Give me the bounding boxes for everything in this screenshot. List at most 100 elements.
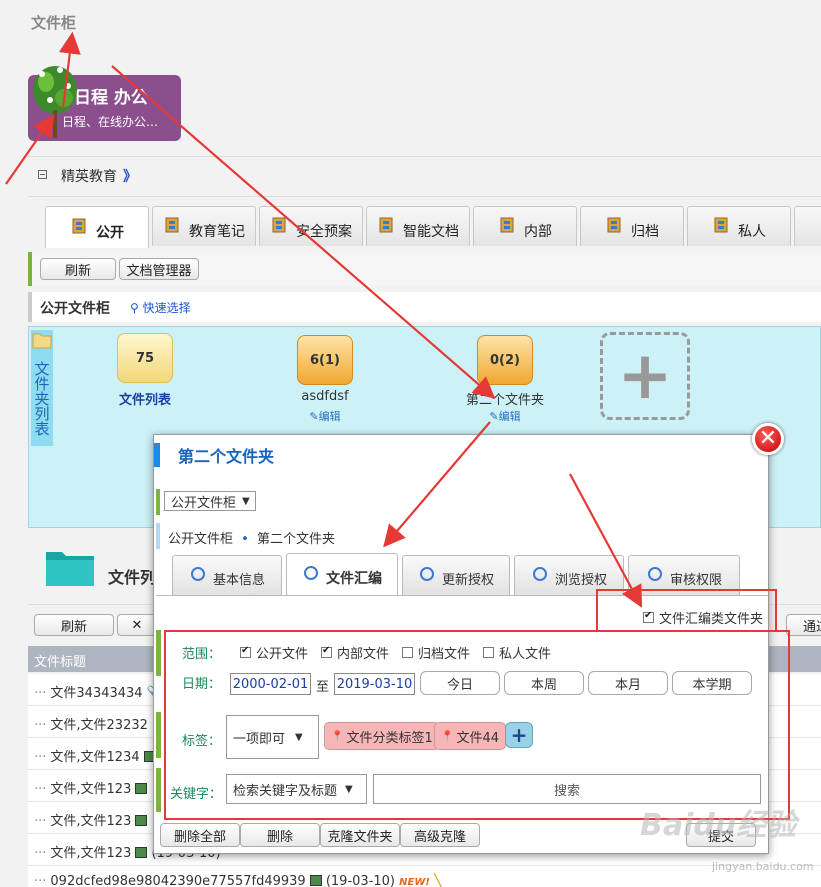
settings-icon: [190, 566, 205, 581]
dialog-tab-label: 审核权限: [669, 573, 722, 588]
tab-4[interactable]: 内部: [473, 206, 577, 246]
tab-label: 智能文档: [403, 223, 459, 240]
tree-dots: ···: [34, 686, 47, 701]
refresh-button[interactable]: 刷新: [40, 258, 116, 280]
doc-icon: [379, 217, 393, 232]
tags-bar: [156, 712, 161, 758]
dialog-breadcrumb: 公开文件柜 • 第二个文件夹: [156, 523, 335, 549]
cabinet-tabs: 公开 教育笔记 安全预案 智能文档 内部 归档 私人: [45, 206, 821, 248]
tab-label: 私人: [738, 223, 766, 240]
breadcrumb-label: 精英教育: [61, 169, 117, 185]
cabinet-select[interactable]: 公开文件柜 ▼: [164, 491, 256, 511]
doc-manager-button[interactable]: 文档管理器: [119, 258, 199, 280]
dialog-title: 第二个文件夹: [154, 443, 274, 467]
tab-2[interactable]: 安全预案: [259, 206, 363, 246]
close-icon[interactable]: ✕: [117, 614, 157, 636]
path-leaf: 第二个文件夹: [256, 532, 335, 547]
path-separator: •: [241, 532, 249, 547]
image-icon: [309, 875, 322, 886]
tab-label: 归档: [631, 223, 659, 240]
banner-title: 日程 办公: [74, 88, 148, 108]
watermark-logo: Baidu经验: [640, 808, 797, 843]
pin-icon: ╲: [433, 874, 442, 887]
watermark-url: jingyan.baidu.com: [712, 860, 814, 873]
delete-button[interactable]: 删除: [240, 823, 320, 847]
dialog-tab-0[interactable]: 基本信息: [172, 555, 282, 595]
file-title[interactable]: 092dcfed98e98042390e77557fd49939: [50, 874, 305, 887]
key-icon: [532, 566, 547, 581]
image-icon: [135, 847, 148, 858]
keyword-bar: [156, 768, 161, 812]
edit-link[interactable]: ✎编辑: [475, 408, 535, 424]
folder-icon[interactable]: 0(2): [477, 335, 533, 385]
edit-link[interactable]: ✎编辑: [295, 408, 355, 424]
new-badge: NEW!: [399, 877, 430, 887]
quick-select-link[interactable]: ⚲ 快速选择: [130, 299, 191, 316]
annotation-box: [596, 589, 777, 632]
delete-all-button[interactable]: 删除全部: [160, 823, 240, 847]
dialog-tab-1[interactable]: 文件汇编: [286, 553, 398, 595]
tab-5[interactable]: 归档: [580, 206, 684, 246]
tree-dots: ···: [34, 874, 47, 887]
tab-label: 安全预案: [296, 223, 352, 240]
file-title[interactable]: 文件,文件123: [50, 846, 131, 861]
scope-bar: [156, 630, 161, 676]
dialog-tab-label: 浏览授权: [554, 573, 607, 588]
breadcrumb[interactable]: 精英教育》: [38, 166, 137, 186]
tree-dots: ···: [34, 782, 47, 797]
folder-name[interactable]: asdfdsf: [265, 389, 385, 404]
collapse-icon[interactable]: [38, 170, 47, 179]
cabinet-icon: [165, 217, 179, 232]
tab-7[interactable]: [794, 206, 821, 246]
cabinet-icon: [607, 217, 621, 232]
cabinet-icon: [714, 217, 728, 232]
folder-name[interactable]: 文件列表: [85, 389, 205, 408]
add-folder-button[interactable]: +: [600, 332, 690, 420]
annotation-box: [164, 630, 790, 820]
cabinet-title: 公开文件柜: [40, 301, 110, 317]
file-title[interactable]: 文件,文件1234: [50, 750, 139, 765]
tree-dots: ···: [34, 846, 47, 861]
file-title[interactable]: 文件,文件23232: [50, 718, 148, 733]
close-icon[interactable]: ✕: [752, 423, 784, 455]
image-icon: [135, 783, 148, 794]
breadcrumb-arrow-icon[interactable]: 》: [123, 169, 137, 185]
table-row[interactable]: ··· 092dcfed98e98042390e77557fd49939 (19-…: [28, 866, 821, 887]
tab-label: 公开: [96, 224, 124, 241]
folder-name[interactable]: 第二个文件夹: [445, 389, 565, 408]
file-title[interactable]: 文件,文件123: [50, 814, 131, 829]
tree-dots: ···: [34, 750, 47, 765]
folder-icon[interactable]: 75: [117, 333, 173, 383]
refresh-icon: [419, 566, 434, 581]
dialog-tab-label: 基本信息: [212, 573, 265, 588]
path-root[interactable]: 公开文件柜: [168, 532, 233, 547]
tab-label: 教育笔记: [189, 223, 245, 240]
folder-open-icon: [32, 333, 52, 349]
pass-button[interactable]: 通过: [786, 614, 821, 636]
dialog-tab-2[interactable]: 更新授权: [402, 555, 510, 595]
file-title[interactable]: 文件34343434: [50, 686, 142, 701]
file-title[interactable]: 文件,文件123: [50, 782, 131, 797]
tree-dots: ···: [34, 718, 47, 733]
folder-icon[interactable]: 6(1): [297, 335, 353, 385]
tab-6[interactable]: 私人: [687, 206, 791, 246]
file-list-title: 文件列: [108, 568, 157, 587]
tab-1[interactable]: 教育笔记: [152, 206, 256, 246]
tab-0[interactable]: 公开: [45, 206, 149, 248]
file-date: (19-03-10): [325, 874, 395, 887]
cabinet-icon: [272, 217, 286, 232]
page-title: 文件柜: [31, 14, 77, 32]
tab-label: 内部: [524, 223, 552, 240]
dialog-tab-label: 文件汇编: [326, 570, 382, 587]
plant-icon: [33, 66, 77, 138]
dialog-tab-label: 更新授权: [441, 573, 494, 588]
file-refresh-button[interactable]: 刷新: [34, 614, 114, 636]
clone-folder-button[interactable]: 克隆文件夹: [320, 823, 400, 847]
cabinet-icon: [72, 218, 86, 233]
check-icon: [647, 566, 662, 581]
tab-3[interactable]: 智能文档: [366, 206, 470, 246]
folder-icon: [46, 552, 94, 586]
advanced-clone-button[interactable]: 高级克隆: [400, 823, 480, 847]
search-icon: [304, 565, 318, 580]
cabinet-icon: [500, 217, 514, 232]
